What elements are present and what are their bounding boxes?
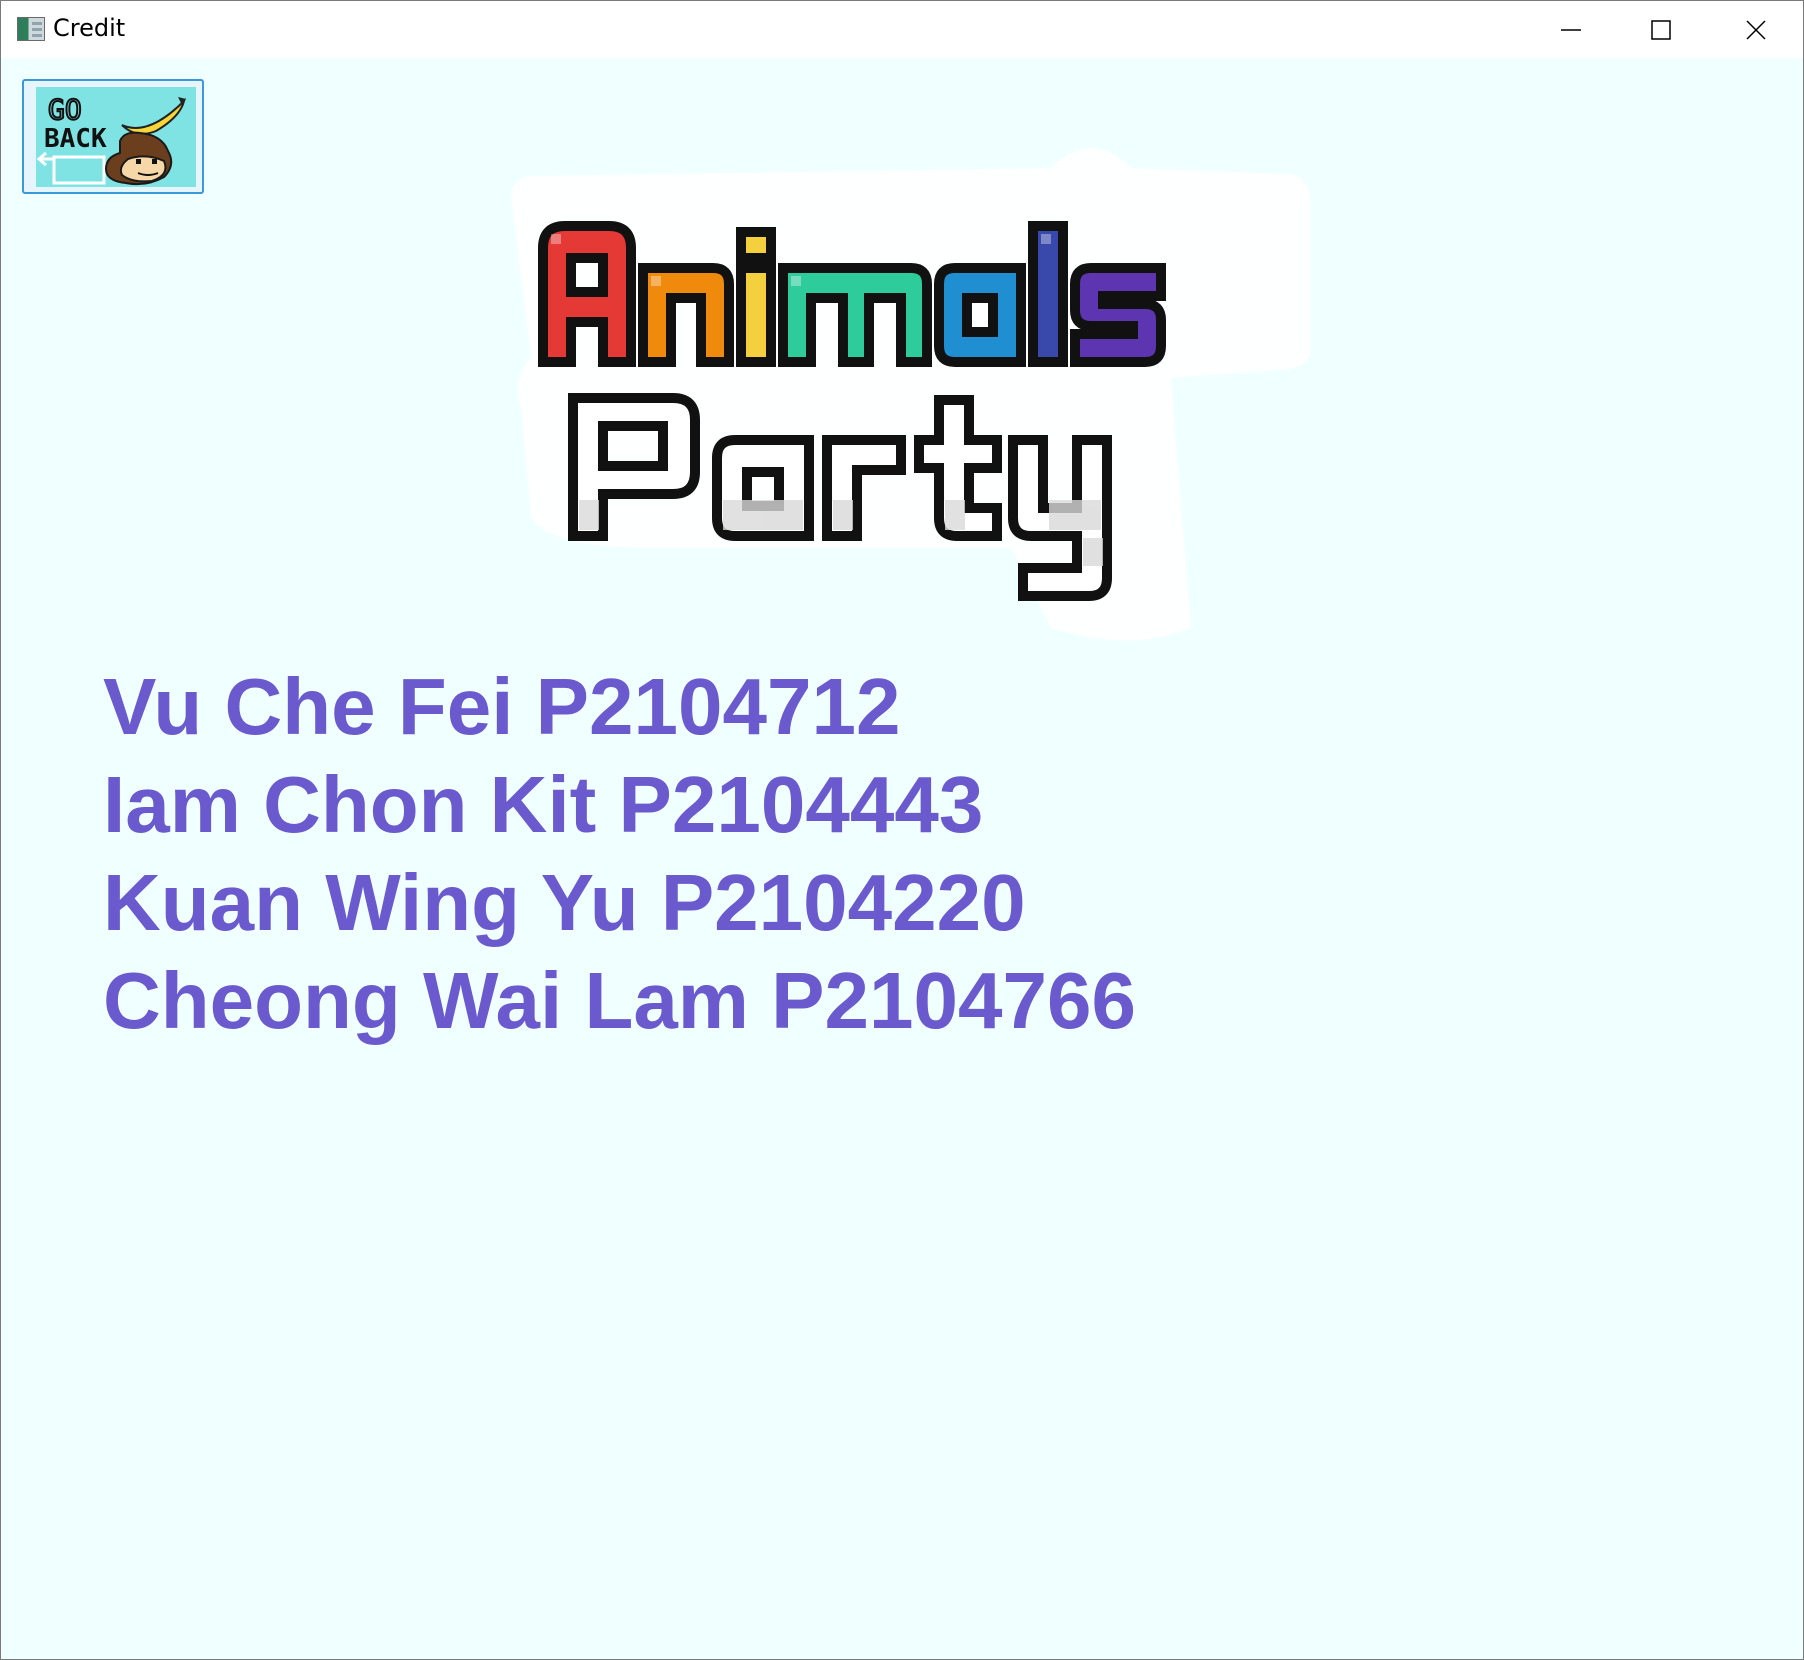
maximize-icon [1651,19,1671,40]
window-title: Credit [53,14,126,42]
go-back-button[interactable]: GO BACK [22,79,204,194]
minimize-icon [1561,28,1581,31]
credit-line: Iam Chon Kit P2104443 [103,760,984,849]
title-bar[interactable]: Credit [1,1,1803,58]
credit-content: GO BACK Vu Che Fei P2104712 Iam Chon Kit… [1,58,1803,1659]
maximize-button[interactable] [1616,1,1706,58]
monkey-with-banana-icon: GO BACK [36,87,196,187]
credit-line: Vu Che Fei P2104712 [103,662,901,751]
animals-party-logo [511,148,1311,641]
minimize-button[interactable] [1526,1,1616,58]
svg-text:BACK: BACK [44,124,107,154]
close-button[interactable] [1711,1,1801,58]
svg-text:GO: GO [48,93,82,126]
credit-line: Kuan Wing Yu P2104220 [103,858,1026,947]
close-icon [1746,19,1766,40]
credit-line: Cheong Wai Lam P2104766 [103,956,1136,1045]
app-icon [17,17,45,41]
credits-list: Vu Che Fei P2104712 Iam Chon Kit P210444… [103,658,1136,1050]
credit-window: Credit GO BACK Vu Che Fei P2104712 Iam C… [0,0,1804,1660]
